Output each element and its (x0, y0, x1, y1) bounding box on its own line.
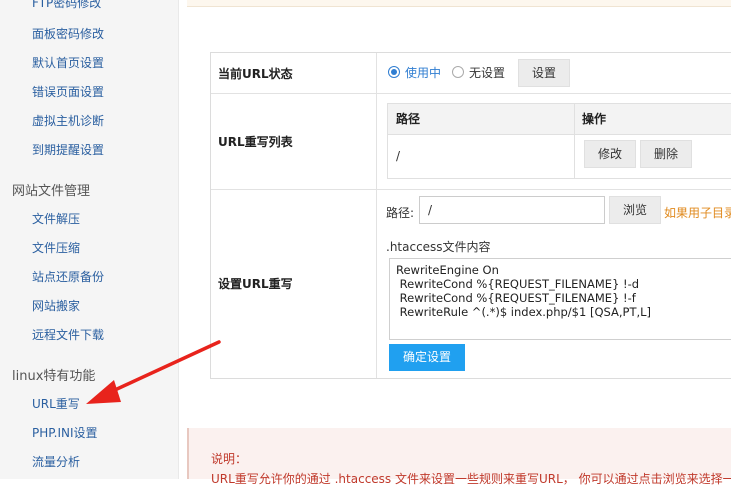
set-rewrite-label: 设置URL重写 (211, 189, 377, 378)
sidebar-item-unzip[interactable]: 文件解压 (32, 210, 80, 227)
path-label: 路径: (386, 206, 415, 220)
sidebar-group-linux: linux特有功能 (12, 369, 96, 384)
sidebar-item-restore-backup[interactable]: 站点还原备份 (32, 268, 104, 285)
sidebar-item-expiry-reminder[interactable]: 到期提醒设置 (32, 141, 104, 158)
url-status-row: 当前URL状态 使用中 无设置 设置 (211, 53, 731, 94)
url-rewrite-panel: 当前URL状态 使用中 无设置 设置 URL重写列表 路径 操作 / 修改 删除 (210, 52, 731, 379)
radio-none[interactable] (452, 66, 464, 78)
radio-in-use[interactable] (388, 66, 400, 78)
subdirectory-hint: 如果用子目录 (664, 206, 731, 220)
sidebar-item-php-ini[interactable]: PHP.INI设置 (32, 424, 98, 441)
sidebar-item-vhost-diagnose[interactable]: 虚拟主机诊断 (32, 112, 104, 129)
instructions-note: 说明： URL重写允许你的通过 .htaccess 文件来设置一些规则来重写UR… (187, 428, 731, 486)
set-status-button[interactable]: 设置 (518, 59, 570, 87)
top-notice-strip (187, 0, 731, 7)
sidebar-item-traffic-analysis[interactable]: 流量分析 (32, 453, 80, 470)
browse-button[interactable]: 浏览 (609, 196, 661, 224)
htaccess-textarea[interactable]: RewriteEngine On RewriteCond %{REQUEST_F… (389, 258, 731, 340)
radio-in-use-label[interactable]: 使用中 (405, 64, 441, 81)
sidebar-item-zip[interactable]: 文件压缩 (32, 239, 80, 256)
rewrite-list-table: 路径 操作 / 修改 删除 (387, 103, 731, 179)
column-divider (574, 104, 575, 178)
edit-button[interactable]: 修改 (584, 140, 636, 168)
htaccess-label: .htaccess文件内容 (386, 240, 491, 254)
rewrite-list-label: URL重写列表 (211, 93, 377, 189)
col-path-header: 路径 (396, 112, 421, 126)
sidebar-item-remote-download[interactable]: 远程文件下载 (32, 326, 104, 343)
sidebar-item-site-move[interactable]: 网站搬家 (32, 297, 80, 314)
sidebar-item-error-page[interactable]: 错误页面设置 (32, 83, 104, 100)
sidebar: FTP密码修改 面板密码修改 默认首页设置 错误页面设置 虚拟主机诊断 到期提醒… (0, 0, 179, 479)
sidebar-item-panel-password[interactable]: 面板密码修改 (32, 25, 104, 42)
sidebar-group-file-management: 网站文件管理 (12, 184, 91, 199)
note-title: 说明： (211, 452, 248, 466)
sidebar-item-ftp-password[interactable]: FTP密码修改 (32, 0, 101, 11)
confirm-set-button[interactable]: 确定设置 (389, 344, 465, 371)
rewrite-list-header: 路径 操作 (388, 104, 731, 135)
sidebar-item-default-page[interactable]: 默认首页设置 (32, 54, 104, 71)
path-input[interactable]: / (419, 196, 605, 224)
rewrite-list-row: URL重写列表 路径 操作 / 修改 删除 (211, 93, 731, 190)
radio-none-label[interactable]: 无设置 (469, 64, 505, 81)
row-path-value: / (396, 149, 401, 163)
set-rewrite-row: 设置URL重写 路径: / 浏览 如果用子目录 .htaccess文件内容 Re… (211, 189, 731, 378)
col-action-header: 操作 (582, 112, 607, 126)
delete-button[interactable]: 删除 (640, 140, 692, 168)
url-status-label: 当前URL状态 (211, 53, 377, 93)
sidebar-item-url-rewrite[interactable]: URL重写 (32, 395, 80, 412)
main-content: 当前URL状态 使用中 无设置 设置 URL重写列表 路径 操作 / 修改 删除 (179, 0, 731, 486)
